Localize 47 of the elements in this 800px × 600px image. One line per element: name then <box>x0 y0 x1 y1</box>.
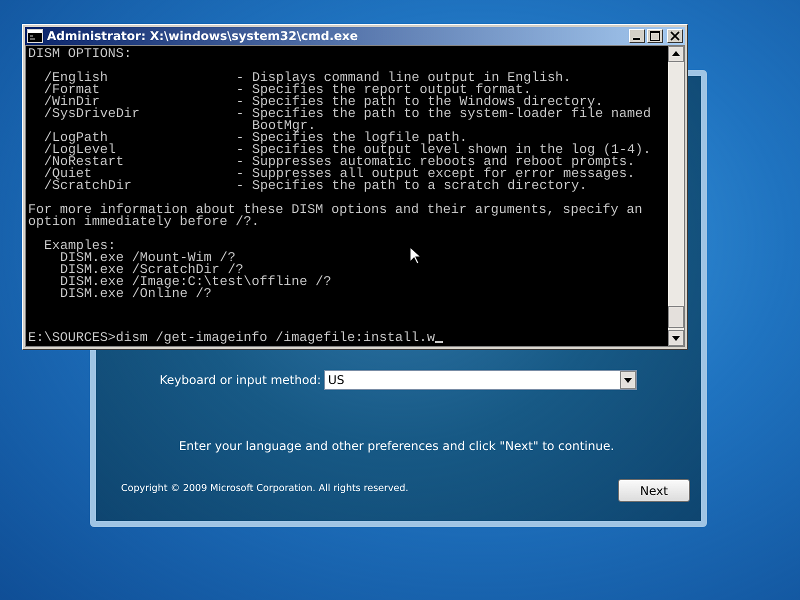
option-description: - Suppresses automatic reboots and reboot prompts. <box>236 156 635 168</box>
maximize-icon[interactable] <box>650 31 660 41</box>
close-icon[interactable] <box>670 31 680 41</box>
option-name: /Quiet <box>43 168 92 180</box>
option-description: - Suppresses all output except for error messages. <box>236 168 635 180</box>
option-name: /English <box>43 72 109 84</box>
option-description: - Specifies the path to the Windows directory. <box>236 96 604 108</box>
info-text: option immediately before /?. <box>28 216 260 228</box>
option-name: /NoRestart <box>43 156 125 168</box>
option-name: /SysDriveDir <box>43 108 141 120</box>
keyboard-dropdown[interactable]: US <box>324 370 637 390</box>
console-icon <box>27 29 43 43</box>
option-name: /LogLevel <box>43 144 116 156</box>
minimize-button[interactable] <box>629 29 645 43</box>
option-name: /ScratchDir <box>43 180 133 192</box>
examples-heading: Examples: <box>43 240 116 252</box>
info-text: For more information about these DISM options and their arguments, specify an <box>28 204 642 216</box>
keyboard-value: US <box>328 373 344 387</box>
example-command: DISM.exe /ScratchDir /? <box>59 264 244 276</box>
text-cursor <box>434 341 443 343</box>
option-description: - Specifies the path to the system-loader file named <box>236 108 651 120</box>
maximize-button[interactable] <box>647 29 663 43</box>
option-description: - Specifies the logfile path. <box>236 132 468 144</box>
example-command: DISM.exe /Mount-Wim /? <box>60 252 236 264</box>
copyright-text: Copyright © 2009 Microsoft Corporation. All rights reserved. <box>121 483 408 494</box>
mouse-pointer-icon <box>409 246 421 265</box>
scroll-up-icon[interactable] <box>668 46 684 62</box>
scroll-thumb[interactable] <box>668 306 684 328</box>
scroll-down-icon[interactable] <box>668 330 684 346</box>
option-description: - Specifies the report output format. <box>236 84 532 96</box>
example-command: DISM.exe /Online /? <box>59 288 212 300</box>
scrollbar[interactable] <box>668 46 684 346</box>
option-name: /WinDir <box>43 96 100 108</box>
console-heading: DISM OPTIONS: <box>28 48 132 60</box>
next-button[interactable]: Next <box>618 479 690 502</box>
option-description: BootMgr. <box>251 120 316 132</box>
option-description: - Displays command line output in English. <box>236 72 572 84</box>
example-command: DISM.exe /Image:C:\test\offline /? <box>59 276 332 288</box>
close-button[interactable] <box>667 29 683 43</box>
option-description: - Specifies the path to a scratch directory. <box>236 180 588 192</box>
keyboard-label: Keyboard or input method: <box>160 373 321 387</box>
option-description: - Specifies the output level shown in the log (1-4). <box>236 144 651 156</box>
instruction-text: Enter your language and other preferences and click "Next" to continue. <box>178 439 616 453</box>
option-name: /Format <box>43 84 100 96</box>
command-prompt[interactable]: E:\SOURCES>dism /get-imageinfo /imagefile:install.w <box>28 332 435 344</box>
window-title: Administrator: X:\windows\system32\cmd.exe <box>47 29 359 43</box>
option-name: /LogPath <box>43 132 108 144</box>
